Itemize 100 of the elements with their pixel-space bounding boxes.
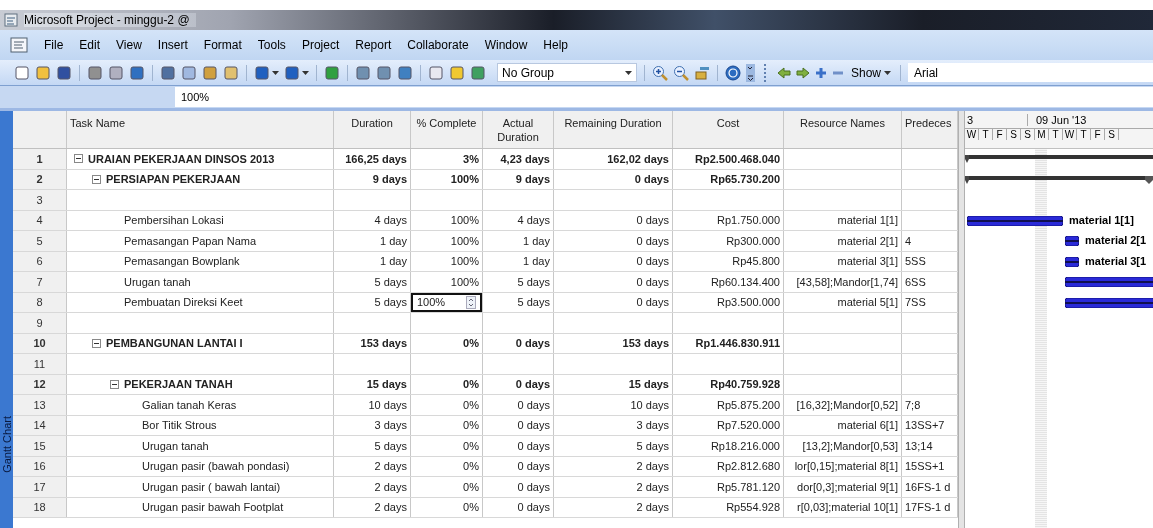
row-number[interactable]: 11 bbox=[13, 354, 67, 374]
toolbar-options-icon[interactable] bbox=[746, 63, 755, 82]
row-number[interactable]: 12 bbox=[13, 374, 67, 394]
menu-item[interactable]: Report bbox=[347, 38, 400, 52]
menu-item[interactable]: Insert bbox=[149, 38, 196, 52]
caret-icon[interactable] bbox=[302, 70, 309, 75]
menu-item[interactable]: Tools bbox=[249, 38, 294, 52]
table-cell: Rp1.446.830.911 bbox=[695, 337, 780, 350]
table-cell: 3% bbox=[463, 152, 479, 165]
row-number[interactable]: 17 bbox=[13, 477, 67, 497]
collapse-icon[interactable] bbox=[92, 174, 101, 184]
summary-bar[interactable] bbox=[965, 174, 1153, 185]
day-label: T bbox=[979, 129, 993, 140]
menu-item[interactable]: Edit bbox=[71, 38, 109, 52]
table-cell: r[0,03];material 10[1] bbox=[797, 501, 898, 514]
column-header[interactable]: Remaining Duration bbox=[554, 111, 673, 148]
table-cell: 4 bbox=[905, 234, 912, 247]
row-number[interactable]: 15 bbox=[13, 436, 67, 456]
collapse-icon[interactable] bbox=[110, 379, 119, 389]
menu-item[interactable]: Collaborate bbox=[399, 38, 477, 52]
arrow-right-icon[interactable] bbox=[796, 65, 810, 80]
table-cell: 0 days bbox=[636, 255, 669, 268]
row-number[interactable]: 1 bbox=[13, 149, 67, 169]
percent-spin-field[interactable]: 100% bbox=[411, 292, 482, 312]
timescale-label: 09 Jun '13 bbox=[1035, 113, 1087, 126]
table-cell: material 2[1] bbox=[837, 234, 898, 247]
row-number[interactable]: 3 bbox=[13, 190, 67, 210]
row-number[interactable]: 4 bbox=[13, 210, 67, 230]
column-header[interactable]: Task Name bbox=[67, 111, 334, 148]
summary-bar[interactable] bbox=[965, 154, 1153, 164]
caret-icon[interactable] bbox=[272, 70, 279, 75]
table-cell: 2 days bbox=[636, 501, 669, 514]
task-bar[interactable] bbox=[967, 215, 1063, 226]
task-name: Bor Titik Strous bbox=[142, 419, 217, 432]
task-bar[interactable] bbox=[1065, 256, 1079, 267]
arrow-left-icon[interactable] bbox=[777, 65, 791, 80]
table-cell: 2 days bbox=[374, 501, 407, 514]
row-number[interactable]: 7 bbox=[13, 272, 67, 292]
column-header[interactable]: Cost bbox=[673, 111, 784, 148]
menu-item[interactable]: Window bbox=[476, 38, 536, 52]
task-name: Galian tanah Keras bbox=[142, 398, 237, 411]
row-number[interactable]: 6 bbox=[13, 251, 67, 271]
row-number[interactable]: 18 bbox=[13, 497, 67, 517]
row-number[interactable]: 2 bbox=[13, 169, 67, 189]
table-cell: 2 days bbox=[374, 480, 407, 493]
row-number[interactable]: 9 bbox=[13, 313, 67, 333]
row-number[interactable]: 10 bbox=[13, 333, 67, 353]
entry-field[interactable]: 100% bbox=[175, 87, 1153, 107]
table-cell: 2 days bbox=[636, 460, 669, 473]
bar-label: material 2[1 bbox=[1085, 234, 1147, 246]
collapse-icon[interactable] bbox=[92, 338, 101, 348]
show-button[interactable]: Show bbox=[849, 65, 894, 80]
plus-icon[interactable] bbox=[815, 66, 827, 79]
table-cell: 17FS-1 d bbox=[905, 501, 951, 514]
spinner-icon[interactable] bbox=[466, 295, 476, 309]
day-label: F bbox=[993, 129, 1007, 140]
wizard-icon[interactable] bbox=[694, 64, 710, 81]
table-cell: 100% bbox=[450, 214, 479, 227]
zoom-out-icon[interactable] bbox=[673, 64, 689, 81]
table-cell: Rp40.759.928 bbox=[710, 378, 780, 391]
column-header[interactable]: % Complete bbox=[411, 111, 483, 148]
table-cell: 2 days bbox=[374, 460, 407, 473]
row-number[interactable]: 8 bbox=[13, 292, 67, 312]
window-title: Microsoft Project - minggu-2 @ bbox=[24, 13, 196, 27]
menu-item[interactable]: View bbox=[108, 38, 150, 52]
row-number[interactable]: 5 bbox=[13, 231, 67, 251]
table-cell: 0% bbox=[463, 419, 479, 432]
help-icon[interactable] bbox=[725, 64, 741, 81]
font-field[interactable]: Arial bbox=[908, 63, 1153, 82]
column-header[interactable]: Duration bbox=[334, 111, 411, 148]
zoom-in-icon[interactable] bbox=[652, 64, 668, 81]
menu-item[interactable]: Project bbox=[293, 38, 348, 52]
row-number[interactable]: 16 bbox=[13, 456, 67, 476]
group-dropdown[interactable]: No Group bbox=[497, 63, 637, 82]
table-cell: 5 days bbox=[374, 275, 407, 288]
table-cell: 162,02 days bbox=[607, 152, 669, 165]
collapse-icon[interactable] bbox=[74, 154, 83, 164]
task-name: Pemasangan Bowplank bbox=[124, 255, 240, 268]
row-number[interactable]: 13 bbox=[13, 395, 67, 415]
column-header[interactable]: Resource Names bbox=[784, 111, 902, 148]
table-cell: [13,2];Mandor[0,53] bbox=[802, 439, 898, 452]
table-cell: 1 day bbox=[380, 234, 407, 247]
task-bar[interactable] bbox=[1065, 297, 1153, 308]
menu-item[interactable]: File bbox=[36, 38, 72, 52]
table-cell: 5 days bbox=[517, 275, 550, 288]
menu-item[interactable]: Help bbox=[535, 38, 576, 52]
table-cell: material 5[1] bbox=[837, 296, 898, 309]
row-number[interactable]: 14 bbox=[13, 415, 67, 435]
table-cell: 6SS bbox=[905, 275, 926, 288]
task-name: Pemasangan Papan Nama bbox=[124, 234, 257, 247]
view-bar[interactable]: Gantt Chart bbox=[0, 111, 13, 528]
column-header[interactable]: Actual Duration bbox=[483, 111, 554, 148]
day-label: M bbox=[1035, 129, 1049, 140]
menu-item[interactable]: Format bbox=[195, 38, 250, 52]
task-bar[interactable] bbox=[1065, 236, 1079, 246]
table-cell: 9 days bbox=[372, 173, 407, 186]
table-cell: 4 days bbox=[374, 214, 407, 227]
table-cell: Rp5.781.120 bbox=[717, 480, 780, 493]
document-icon[interactable] bbox=[10, 37, 28, 53]
table-cell: 0 days bbox=[517, 501, 550, 514]
